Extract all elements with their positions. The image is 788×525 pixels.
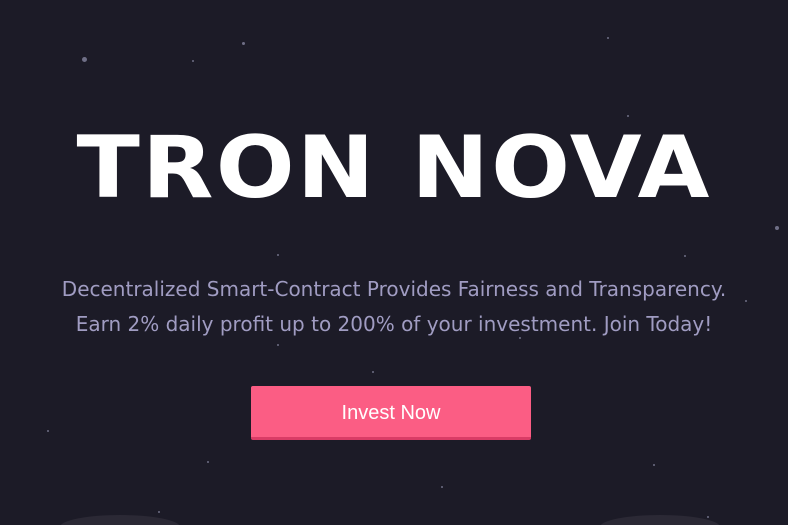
star-decoration: [607, 37, 609, 39]
hero-tagline-line1: Decentralized Smart-Contract Provides Fa…: [61, 277, 727, 301]
star-decoration: [707, 516, 709, 518]
star-decoration: [684, 255, 686, 257]
ground-decoration: [600, 515, 720, 525]
hero-section: TRON NOVA Decentralized Smart-Contract P…: [0, 0, 788, 525]
star-decoration: [192, 60, 194, 62]
star-decoration: [47, 430, 49, 432]
star-decoration: [158, 511, 160, 513]
star-decoration: [207, 461, 209, 463]
star-decoration: [441, 486, 443, 488]
star-decoration: [372, 371, 374, 373]
star-decoration: [82, 57, 87, 62]
ground-decoration: [60, 515, 180, 525]
star-decoration: [775, 226, 779, 230]
star-decoration: [627, 115, 629, 117]
star-decoration: [242, 42, 245, 45]
invest-now-button[interactable]: Invest Now: [251, 386, 531, 440]
hero-title: TRON NOVA: [76, 118, 712, 218]
hero-tagline-line2: Earn 2% daily profit up to 200% of your …: [75, 312, 713, 336]
star-decoration: [653, 464, 655, 466]
star-decoration: [277, 254, 279, 256]
star-decoration: [277, 344, 279, 346]
